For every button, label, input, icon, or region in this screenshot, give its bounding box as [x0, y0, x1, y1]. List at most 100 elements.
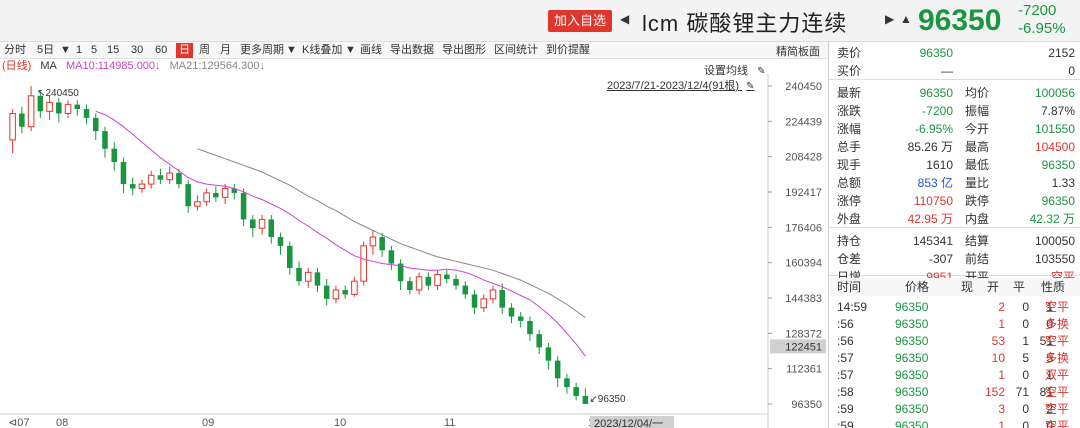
- candle-body-down: [573, 387, 579, 396]
- tab-intraday[interactable]: 分时: [4, 43, 26, 58]
- trade-price: 96350: [895, 334, 929, 348]
- x-tick-label: 10: [334, 417, 346, 428]
- candle-body-down: [388, 250, 395, 264]
- chart-svg[interactable]: 240450 224439 208428 192417 176406 160394 1443…: [0, 74, 828, 428]
- quote-label: 总手: [837, 140, 862, 154]
- more-periods-dropdown-icon[interactable]: ▼: [286, 43, 297, 58]
- y-tick-label: 144383: [785, 293, 822, 305]
- trade-price: 96350: [895, 368, 929, 382]
- trades-column-header: 平: [1013, 280, 1026, 294]
- trades-column-header: 性质: [1041, 280, 1066, 294]
- candle-body-up: [9, 112, 16, 141]
- next-symbol-arrow-icon[interactable]: ▶: [885, 12, 894, 26]
- tab-1min[interactable]: 1: [76, 43, 82, 58]
- candle-body-down: [286, 245, 293, 268]
- range-stats-button[interactable]: 区间统计: [494, 43, 538, 58]
- kline-overlay-dropdown-icon[interactable]: ▼: [345, 43, 356, 58]
- tab-weekly[interactable]: 周: [199, 43, 210, 58]
- tab-daily[interactable]: 日: [176, 43, 193, 58]
- 5day-dropdown-icon[interactable]: ▼: [60, 43, 71, 58]
- trades-column-header: 现: [961, 280, 974, 294]
- min-annotation: ↙96350: [589, 394, 626, 405]
- trade-volume: 1: [998, 368, 1005, 382]
- candle-body-down: [554, 360, 561, 379]
- quote-label: 最高: [965, 140, 990, 154]
- candle-body-up: [258, 218, 266, 229]
- ma21-label: MA21:129564.300↓: [169, 60, 266, 72]
- price-change-percent: -6.95%: [1018, 20, 1066, 37]
- candle-body-up: [203, 192, 210, 203]
- trade-price: 96350: [895, 419, 929, 428]
- candlestick-chart[interactable]: 240450 224439 208428 192417 176406 160394 1443…: [0, 74, 828, 428]
- candle-body-up: [138, 183, 146, 190]
- trade-volume: 1: [998, 419, 1005, 428]
- quote-row: 买价 — 0: [829, 62, 1080, 80]
- export-graph-button[interactable]: 导出图形: [442, 43, 486, 58]
- tab-60min[interactable]: 60: [155, 43, 167, 58]
- more-periods-menu[interactable]: 更多周期: [240, 43, 284, 58]
- candle-body-down: [407, 281, 413, 291]
- draw-line-button[interactable]: 画线: [360, 43, 382, 58]
- trade-time: :59: [837, 402, 854, 416]
- quote-value: 42.32 万: [1029, 212, 1075, 226]
- tab-30min[interactable]: 30: [131, 43, 143, 58]
- candle-body-up: [360, 245, 367, 282]
- candle-body-down: [213, 192, 219, 198]
- y-tick-label: 128372: [785, 328, 822, 340]
- quote-value: -7200: [922, 104, 953, 118]
- quote-value: 2152: [1048, 46, 1075, 60]
- trade-open: 0: [1022, 402, 1029, 416]
- candle-body-up: [489, 289, 497, 300]
- y-tick-label: 208428: [785, 152, 822, 164]
- simplified-layout-button[interactable]: 精简板面: [776, 43, 820, 59]
- ma21-line: [197, 148, 586, 319]
- kline-overlay-menu[interactable]: K线叠加: [302, 43, 342, 58]
- quote-label: 总额: [837, 176, 862, 190]
- x-tick-label: 11: [444, 417, 455, 428]
- price-alert-button[interactable]: 到价提醒: [546, 43, 590, 58]
- trade-volume: 53: [991, 334, 1005, 348]
- trade-open: 71: [1015, 385, 1029, 399]
- candle-body-down: [379, 237, 385, 251]
- title-bar: 加入自选 ◀ lcm 碳酸锂主力连续 ▶ ▲ 96350 -7200 -6.95…: [0, 0, 1080, 42]
- candle-body-down: [240, 192, 247, 220]
- trades-header: 时间 价格 现开平 性质: [829, 278, 1080, 296]
- prev-symbol-arrow-icon[interactable]: ◀: [620, 12, 629, 26]
- quote-value: 42.95 万: [907, 212, 953, 226]
- quote-value: -307: [928, 252, 953, 266]
- quote-value: 85.26 万: [907, 140, 953, 154]
- period-label: (日线): [2, 60, 32, 72]
- quote-label: 最低: [965, 158, 990, 172]
- ma10-label: MA10:114985.000↓: [65, 60, 161, 72]
- quote-value: 96350: [1041, 158, 1075, 172]
- quote-value: 1.33: [1051, 176, 1075, 190]
- quote-label: 仓差: [837, 252, 862, 266]
- tab-5min[interactable]: 5: [91, 43, 97, 58]
- trade-nature: 多换: [1045, 317, 1070, 331]
- trade-nature: 空平: [1045, 300, 1070, 314]
- add-to-watchlist-button[interactable]: 加入自选: [548, 10, 613, 32]
- symbol-title: lcm 碳酸锂主力连续: [642, 11, 848, 36]
- candle-body-down: [296, 267, 302, 282]
- quote-label: 涨跌: [837, 104, 862, 118]
- ma-legend: (日线) MA MA10:114985.000↓ MA21:129564.300…: [2, 60, 271, 73]
- quote-value: 103550: [1034, 252, 1075, 266]
- price-direction-icon: ▲: [900, 12, 912, 26]
- tab-15min[interactable]: 15: [107, 43, 119, 58]
- trade-volume: 1: [998, 317, 1005, 331]
- trade-open: 1: [1022, 334, 1029, 348]
- quote-row: 总手 85.26 万最高 104500: [829, 138, 1080, 156]
- candle-body-down: [527, 320, 533, 335]
- export-data-button[interactable]: 导出数据: [390, 43, 434, 58]
- trade-volume: 2: [998, 300, 1005, 314]
- candle-body-up: [351, 280, 358, 295]
- quote-label: 今开: [965, 122, 990, 136]
- candle-body-down: [545, 347, 552, 361]
- tab-5day[interactable]: 5日: [37, 43, 54, 58]
- tab-monthly[interactable]: 月: [220, 43, 231, 58]
- quote-label: 均价: [965, 86, 990, 100]
- quote-value: 96350: [1041, 194, 1075, 208]
- trade-open: 0: [1022, 368, 1029, 382]
- candle-body-down: [471, 294, 478, 308]
- trade-nature: 空平: [1045, 334, 1070, 348]
